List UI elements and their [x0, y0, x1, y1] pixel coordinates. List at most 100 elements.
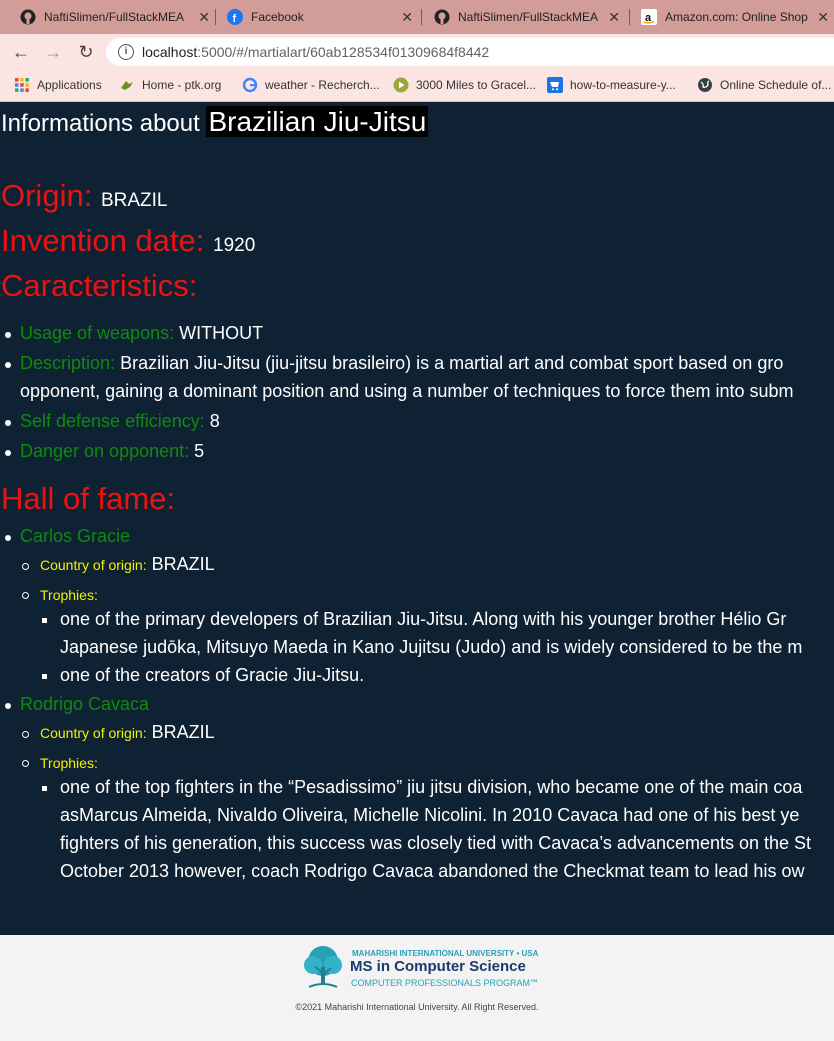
- bullet-dot: [5, 332, 11, 338]
- trophy-line: one of the primary developers of Brazili…: [60, 609, 787, 629]
- bookmark-label: Home - ptk.org: [142, 78, 222, 92]
- bookmarks-bar: Applications Home - ptk.org weather - Re…: [0, 70, 834, 102]
- bullet-circle: [22, 760, 29, 767]
- bullet-dot: [5, 703, 11, 709]
- title-prefix: Informations about: [1, 110, 200, 137]
- bookmark-label: 3000 Miles to Gracel...: [416, 78, 537, 92]
- apps-grid-icon: [15, 78, 29, 92]
- danger-label: Danger on opponent:: [20, 441, 190, 461]
- bookmark-how-to-measure[interactable]: how-to-measure-y...: [547, 77, 676, 93]
- bullet-square: [42, 786, 47, 791]
- caracteristics-heading: Caracteristics:: [1, 268, 198, 303]
- danger-value: 5: [194, 441, 205, 461]
- tab-github-1[interactable]: NaftiSlimen/FullStackMEA ✕: [20, 4, 210, 30]
- trophy-line: one of the top fighters in the “Pesadiss…: [60, 777, 803, 797]
- bullet-square: [42, 674, 47, 679]
- invention-value: 1920: [213, 235, 256, 256]
- trophy-line: October 2013 however, coach Rodrigo Cava…: [60, 861, 805, 881]
- selfdef-value: 8: [209, 411, 220, 431]
- close-icon[interactable]: ✕: [401, 9, 413, 26]
- google-icon: [242, 77, 258, 93]
- danger-item: Danger on opponent: 5: [20, 441, 204, 462]
- selfdef-item: Self defense efficiency: 8: [20, 411, 220, 432]
- cart-icon: [547, 77, 563, 93]
- back-arrow-icon[interactable]: ←: [10, 41, 32, 63]
- close-icon[interactable]: ✕: [817, 9, 829, 26]
- university-tree-logo-icon: [304, 946, 342, 988]
- url-host: localhost: [142, 44, 198, 60]
- address-bar[interactable]: i localhost:5000/#/martialart/60ab128534…: [106, 38, 834, 66]
- weapons-value: WITHOUT: [179, 323, 264, 343]
- tab-divider: [421, 9, 422, 25]
- tab-github-2[interactable]: NaftiSlimen/FullStackMEA ✕: [434, 4, 620, 30]
- origin-row: Origin: BRAZIL: [1, 178, 167, 214]
- weapons-label: Usage of weapons:: [20, 323, 175, 343]
- description-label: Description:: [20, 353, 116, 373]
- tab-strip: NaftiSlimen/FullStackMEA ✕ f Facebook ✕ …: [0, 0, 834, 34]
- bookmark-label: how-to-measure-y...: [570, 78, 676, 92]
- origin-value: BRAZIL: [100, 190, 168, 211]
- tab-title: NaftiSlimen/FullStackMEA: [44, 10, 185, 24]
- info-icon[interactable]: i: [118, 44, 134, 60]
- hall-of-fame-heading: Hall of fame:: [1, 481, 176, 516]
- country-value: BRAZIL: [151, 554, 215, 574]
- bird-icon: [121, 81, 133, 90]
- url-text[interactable]: localhost:5000/#/martialart/60ab128534f0…: [142, 44, 489, 60]
- description-item: Description: Brazilian Jiu-Jitsu (jiu-ji…: [20, 353, 783, 374]
- play-icon: [393, 77, 409, 93]
- bookmark-label: weather - Recherch...: [265, 78, 380, 92]
- bookmark-online-schedule[interactable]: Online Schedule of...: [697, 77, 831, 93]
- bullet-circle: [22, 592, 29, 599]
- tab-amazon[interactable]: a Amazon.com: Online Shop ✕: [641, 4, 829, 30]
- origin-label: Origin:: [1, 178, 93, 213]
- tab-divider: [629, 9, 630, 25]
- invention-row: Invention date: 1920: [1, 223, 255, 259]
- bullet-dot: [5, 535, 11, 541]
- trophy-line: one of the creators of Gracie Jiu-Jitsu.: [60, 665, 365, 685]
- country-label: Country of origin:: [40, 557, 147, 573]
- bullet-circle: [22, 731, 29, 738]
- program-subtitle: COMPUTER PROFESSIONALS PROGRAM℠: [351, 978, 540, 988]
- fighter-name: Carlos Gracie: [20, 526, 131, 546]
- selfdef-label: Self defense efficiency:: [20, 411, 205, 431]
- bookmark-label: Applications: [37, 78, 102, 92]
- weapons-item: Usage of weapons: WITHOUT: [20, 323, 263, 344]
- country-value: BRAZIL: [151, 722, 215, 742]
- bookmark-ptk[interactable]: Home - ptk.org: [119, 77, 221, 93]
- bookmark-3000-miles[interactable]: 3000 Miles to Gracel...: [393, 77, 536, 93]
- close-icon[interactable]: ✕: [608, 9, 620, 26]
- bullet-dot: [5, 450, 11, 456]
- fighter-country-row: Country of origin: BRAZIL: [40, 722, 215, 743]
- facebook-icon: f: [227, 9, 243, 25]
- amazon-icon: a: [641, 9, 657, 25]
- trophies-label: Trophies:: [40, 587, 98, 603]
- invention-label: Invention date:: [1, 223, 205, 258]
- bullet-circle: [22, 563, 29, 570]
- fighter-name: Rodrigo Cavaca: [20, 694, 150, 714]
- footer: MAHARISHI INTERNATIONAL UNIVERSITY • USA…: [0, 935, 834, 1041]
- trophy-line: Japanese judōka, Mitsuyo Maeda in Kano J…: [60, 637, 803, 657]
- tab-facebook[interactable]: f Facebook ✕: [227, 4, 413, 30]
- university-name: MAHARISHI INTERNATIONAL UNIVERSITY • USA: [352, 949, 539, 958]
- copyright: ©2021 Maharishi International University…: [295, 1002, 539, 1012]
- bookmark-label: Online Schedule of...: [720, 78, 832, 92]
- globe-icon: [698, 78, 712, 92]
- close-icon[interactable]: ✕: [198, 9, 210, 26]
- description-line2: opponent, gaining a dominant position an…: [20, 381, 794, 401]
- bullet-square: [42, 618, 47, 623]
- reload-icon[interactable]: ↻: [75, 41, 97, 63]
- github-icon: [434, 9, 450, 25]
- trophy-line: asMarcus Almeida, Nivaldo Oliveira, Mich…: [60, 805, 800, 825]
- bookmark-weather[interactable]: weather - Recherch...: [242, 77, 380, 93]
- trophies-label: Trophies:: [40, 755, 98, 771]
- bullet-dot: [5, 362, 11, 368]
- bullet-dot: [5, 420, 11, 426]
- url-path: :5000/#/martialart/60ab128534f01309684f8…: [197, 44, 490, 60]
- github-icon: [20, 9, 36, 25]
- forward-arrow-icon[interactable]: →: [42, 41, 64, 63]
- tab-divider: [215, 9, 216, 25]
- trophy-line: fighters of his generation, this success…: [60, 833, 812, 853]
- toolbar: ← → ↻ i localhost:5000/#/martialart/60ab…: [0, 34, 834, 70]
- bookmark-applications[interactable]: Applications: [14, 77, 102, 93]
- country-label: Country of origin:: [40, 725, 147, 741]
